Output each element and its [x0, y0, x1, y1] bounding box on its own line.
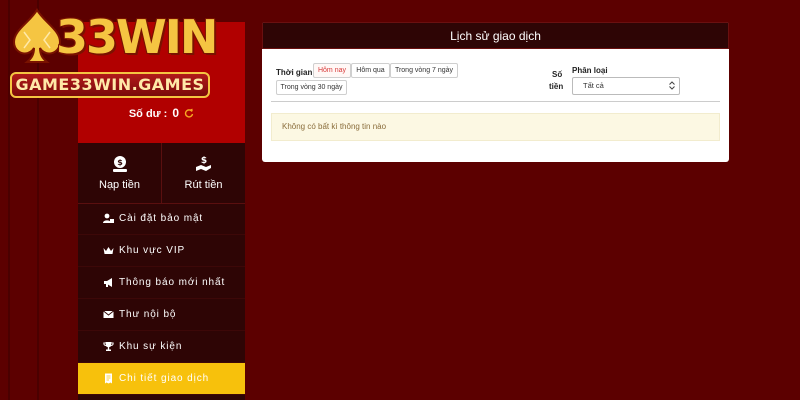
svg-text:$: $: [117, 158, 123, 167]
logo-main: 33WIN: [8, 6, 218, 66]
svg-text:$: $: [200, 156, 206, 166]
category-label: Phân loại: [572, 66, 608, 75]
chevron-updown-icon: [669, 81, 675, 90]
menu-label: Chi tiết giao dịch: [119, 373, 210, 384]
filter-7days-button[interactable]: Trong vòng 7 ngày: [390, 63, 458, 78]
menu-label: Thông báo mới nhất: [119, 277, 226, 288]
menu-item-transactions[interactable]: Chi tiết giao dịch: [78, 363, 245, 395]
withdraw-label: Rút tiền: [184, 179, 223, 191]
menu-item-mail[interactable]: Thư nội bộ: [78, 299, 245, 331]
amount-label-line2: tiền: [549, 82, 564, 91]
deposit-label: Nạp tiền: [99, 179, 140, 191]
deposit-button[interactable]: $ Nạp tiền: [78, 143, 161, 203]
withdraw-icon: $: [195, 156, 211, 171]
menu-label: Khu sự kiện: [119, 341, 183, 352]
menu-label: Thư nội bộ: [119, 309, 177, 320]
balance: Số dư : 0: [78, 106, 245, 120]
transaction-history-panel: Lịch sử giao dịch Thời gian Hôm nay Hôm …: [262, 22, 729, 162]
menu-item-security[interactable]: Cài đặt bảo mật: [78, 203, 245, 235]
receipt-icon: [105, 373, 112, 384]
crown-icon: [103, 247, 114, 254]
amount-label-line1: Số: [552, 70, 563, 79]
logo-domain: GAME33WIN.GAMES: [10, 72, 210, 98]
menu-item-news[interactable]: Thông báo mới nhất: [78, 267, 245, 299]
menu-item-vip[interactable]: Khu vực VIP: [78, 235, 245, 267]
deposit-icon: $: [112, 156, 127, 172]
logo-brand: 33WIN: [56, 10, 218, 64]
menu-label: Khu vực VIP: [119, 245, 186, 256]
withdraw-button[interactable]: $ Rút tiền: [161, 143, 245, 203]
megaphone-icon: [104, 278, 112, 287]
envelope-icon: [103, 310, 114, 318]
category-select[interactable]: Tất cả: [572, 77, 680, 95]
balance-value: 0: [172, 106, 180, 120]
balance-label: Số dư :: [128, 108, 168, 120]
time-label: Thời gian: [276, 68, 313, 77]
filter-30days-button[interactable]: Trong vòng 30 ngày: [276, 80, 347, 95]
quick-actions: $ Nạp tiền $ Rút tiền: [78, 143, 245, 204]
divider: [271, 101, 720, 102]
category-value: Tất cả: [583, 81, 604, 90]
menu-item-events[interactable]: Khu sự kiện: [78, 331, 245, 363]
panel-title: Lịch sử giao dịch: [262, 22, 729, 49]
filter-yesterday-button[interactable]: Hôm qua: [351, 63, 390, 78]
menu-label: Cài đặt bảo mật: [119, 213, 204, 224]
user-lock-icon: [103, 213, 114, 223]
filter-today-button[interactable]: Hôm nay: [313, 63, 351, 78]
account-menu: Cài đặt bảo mật Khu vực VIP Thông báo mớ…: [78, 203, 245, 395]
empty-state-alert: Không có bất kì thông tin nào: [271, 113, 720, 141]
site-logo[interactable]: 33WIN GAME33WIN.GAMES: [8, 6, 218, 98]
trophy-icon: [103, 342, 114, 351]
refresh-icon[interactable]: [184, 108, 194, 118]
